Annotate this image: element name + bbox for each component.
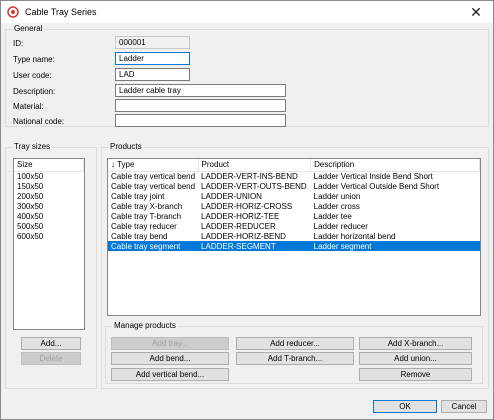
user-code-label: User code: (13, 71, 52, 80)
table-row[interactable]: Cable tray joint LADDER-UNION Ladder union (108, 191, 480, 201)
product-cell: LADDER-HORIZ-BEND (201, 231, 286, 241)
products-group-title: Products (108, 142, 144, 151)
product-cell: LADDER-HORIZ-CROSS (201, 201, 293, 211)
product-cell: LADDER-UNION (201, 191, 262, 201)
type-name-input[interactable]: Ladder (115, 52, 190, 65)
remove-button[interactable]: Remove (359, 368, 472, 381)
add-vertical-bend-button[interactable]: Add vertical bend... (111, 368, 229, 381)
description-cell: Ladder Vertical Inside Bend Short (313, 171, 433, 181)
general-group-title: General (12, 24, 45, 33)
national-code-label: National code: (13, 117, 65, 126)
table-row[interactable]: Cable tray reducer LADDER-REDUCER Ladder r… (108, 221, 480, 231)
user-code-input[interactable]: LAD (115, 68, 190, 81)
type-cell: Cable tray reducer (111, 221, 177, 231)
type-cell: Cable tray segment (108, 241, 199, 251)
description-cell: Ladder tee (313, 211, 352, 221)
id-field: 000001 (115, 36, 190, 49)
description-label: Description: (13, 87, 56, 96)
add-size-button[interactable]: Add... (21, 337, 81, 350)
type-column-label: Type (117, 160, 135, 170)
size-cell: 400x50 (17, 211, 44, 221)
product-cell: LADDER-REDUCER (201, 221, 276, 231)
type-cell: Cable tray T-branch (111, 211, 182, 221)
app-icon (7, 6, 19, 18)
list-item[interactable]: 400x50 (14, 211, 84, 221)
material-input[interactable] (115, 99, 286, 112)
list-item[interactable]: 200x50 (14, 191, 84, 201)
add-union-button[interactable]: Add union... (359, 352, 472, 365)
list-item[interactable]: 300x50 (14, 201, 84, 211)
type-cell: Cable tray bend (111, 231, 168, 241)
close-icon[interactable]: ✕ (459, 1, 493, 23)
size-cell: 200x50 (17, 191, 44, 201)
description-input[interactable]: Ladder cable tray (115, 84, 286, 97)
material-label: Material: (13, 102, 44, 111)
ok-button[interactable]: OK (373, 400, 437, 413)
add-bend-button[interactable]: Add bend... (111, 352, 229, 365)
manage-products-title: Manage products (112, 321, 178, 330)
type-column-header[interactable]: ↓ Type (108, 159, 199, 172)
table-row[interactable]: Cable tray vertical bend LADDER-VERT-OUTS… (108, 181, 480, 191)
product-cell: LADDER-HORIZ-TEE (201, 211, 280, 221)
dialog-window: Cable Tray Series ✕ General ID: 000001 T… (0, 0, 494, 420)
description-cell: Ladder Vertical Outside Bend Short (313, 181, 440, 191)
products-table[interactable]: ↓ Type Product Description Cable tray ve… (107, 158, 481, 316)
cancel-button[interactable]: Cancel (441, 400, 487, 413)
add-x-branch-button[interactable]: Add X-branch... (359, 337, 472, 350)
tray-sizes-list[interactable]: Size 100x50 150x50 200x50 300x50 400x50 … (13, 158, 85, 330)
product-cell: LADDER-VERT-OUTS-BEND (201, 181, 307, 191)
sort-down-icon: ↓ (111, 160, 115, 170)
table-row-selected[interactable]: Cable tray segment LADDER-SEGMENT Ladder s… (108, 241, 480, 251)
description-cell: Ladder horizontal bend (313, 231, 396, 241)
size-cell: 300x50 (17, 201, 44, 211)
table-row[interactable]: Cable tray T-branch LADDER-HORIZ-TEE Ladde… (108, 211, 480, 221)
description-column-header[interactable]: Description (310, 159, 480, 172)
type-name-label: Type name: (13, 55, 55, 64)
national-code-input[interactable] (115, 114, 286, 127)
table-row[interactable]: Cable tray vertical bend LADDER-VERT-INS-… (108, 171, 480, 181)
description-cell: Ladder union (313, 191, 361, 201)
title-bar[interactable]: Cable Tray Series ✕ (1, 1, 493, 23)
size-column-header[interactable]: Size (14, 159, 84, 172)
description-cell: Ladder segment (310, 241, 480, 251)
product-cell: LADDER-SEGMENT (198, 241, 311, 251)
product-column-header[interactable]: Product (198, 159, 312, 172)
tray-sizes-group-title: Tray sizes (12, 142, 53, 151)
description-cell: Ladder reducer (313, 221, 368, 231)
size-cell: 500x50 (17, 221, 44, 231)
window-title: Cable Tray Series (25, 7, 97, 17)
add-t-branch-button[interactable]: Add T-branch... (236, 352, 354, 365)
add-tray-button[interactable]: Add tray... (111, 337, 229, 350)
type-cell: Cable tray vertical bend (111, 171, 196, 181)
delete-size-button[interactable]: Delete (21, 352, 81, 365)
size-cell: 100x50 (17, 171, 44, 181)
type-cell: Cable tray joint (111, 191, 165, 201)
list-item[interactable]: 100x50 (14, 171, 84, 181)
description-cell: Ladder cross (313, 201, 360, 211)
list-item[interactable]: 600x50 (14, 231, 84, 241)
type-cell: Cable tray vertical bend (111, 181, 196, 191)
add-reducer-button[interactable]: Add reducer... (236, 337, 354, 350)
id-label: ID: (13, 39, 24, 48)
list-item[interactable]: 150x50 (14, 181, 84, 191)
size-cell: 150x50 (17, 181, 44, 191)
list-item[interactable]: 500x50 (14, 221, 84, 231)
type-cell: Cable tray X-branch (111, 201, 183, 211)
table-row[interactable]: Cable tray X-branch LADDER-HORIZ-CROSS Lad… (108, 201, 480, 211)
product-cell: LADDER-VERT-INS-BEND (201, 171, 298, 181)
table-row[interactable]: Cable tray bend LADDER-HORIZ-BEND Ladder h… (108, 231, 480, 241)
size-cell: 600x50 (17, 231, 44, 241)
general-group: General (5, 24, 489, 127)
